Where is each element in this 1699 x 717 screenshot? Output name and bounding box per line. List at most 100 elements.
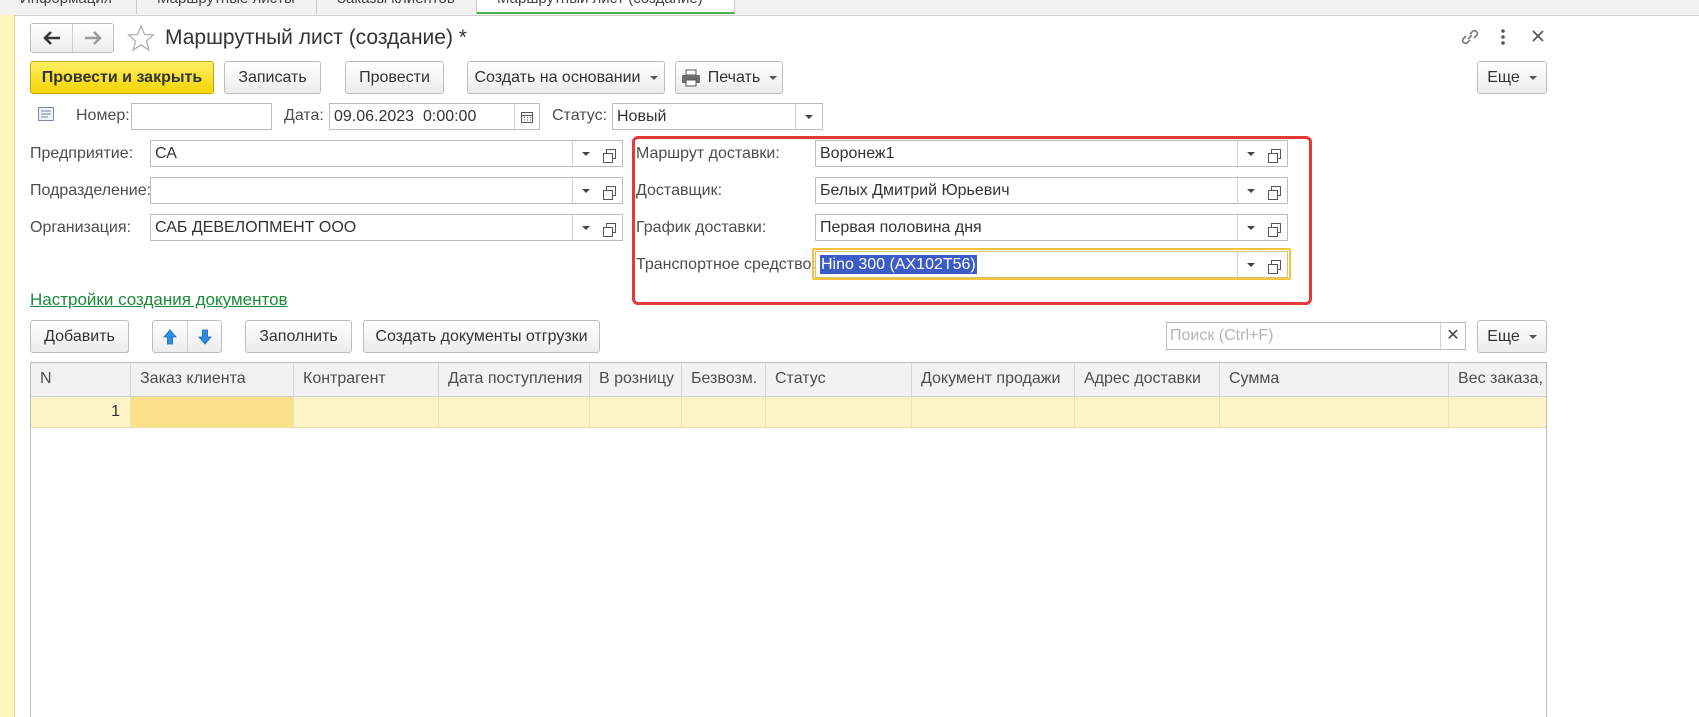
page-title: Маршрутный лист (создание) * — [165, 26, 467, 49]
organization-label: Организация: — [30, 219, 131, 236]
chevron-down-icon[interactable] — [795, 104, 822, 129]
status-label: Статус: — [552, 107, 608, 124]
organization-value: САБ ДЕВЕЛОПМЕНТ ООО — [155, 219, 357, 236]
post-and-close-button[interactable]: Провести и закрыть — [30, 61, 214, 94]
nav-button-group — [30, 23, 114, 53]
open-enterprise-button[interactable] — [599, 140, 623, 167]
enterprise-field[interactable]: СА — [150, 140, 600, 167]
division-field[interactable] — [150, 177, 600, 204]
move-buttons-group — [152, 320, 222, 353]
open-icon — [602, 185, 616, 200]
chevron-down-icon[interactable] — [572, 215, 599, 240]
open-carrier-button[interactable] — [1264, 177, 1288, 204]
table-row[interactable]: 1 — [31, 397, 1546, 428]
cell-sale-document[interactable] — [912, 397, 1075, 427]
cell-receipt-date[interactable] — [439, 397, 590, 427]
vehicle-field[interactable]: Hino 300 (АХ102Т56) — [815, 251, 1265, 278]
cell-status[interactable] — [766, 397, 912, 427]
table-more-button[interactable]: Еще — [1477, 320, 1547, 353]
chevron-down-icon[interactable] — [572, 141, 599, 166]
more-label: Еще — [1487, 68, 1520, 86]
tab-strip: Информация Маршрутные листы Заказы клиен… — [0, 0, 1699, 16]
column-header-status[interactable]: Статус — [766, 363, 912, 396]
chevron-down-icon[interactable] — [1237, 141, 1264, 166]
move-up-button[interactable] — [153, 321, 188, 352]
calendar-button[interactable] — [514, 104, 539, 129]
favorite-star-icon[interactable] — [127, 24, 155, 52]
chevron-down-icon[interactable] — [1237, 252, 1264, 277]
save-button[interactable]: Записать — [224, 61, 321, 94]
schedule-field[interactable]: Первая половина дня — [815, 214, 1265, 241]
tab-route-sheets[interactable]: Маршрутные листы — [137, 0, 317, 14]
left-panel-stripe — [0, 15, 15, 717]
column-header-counterparty[interactable]: Контрагент — [294, 363, 439, 396]
open-route-button[interactable] — [1264, 140, 1288, 167]
link-icon[interactable] — [1459, 27, 1481, 47]
cell-delivery-address[interactable] — [1075, 397, 1220, 427]
post-button[interactable]: Провести — [345, 61, 444, 94]
status-select[interactable]: Новый — [612, 103, 823, 130]
date-value: 09.06.2023 0:00:00 — [334, 108, 477, 125]
open-division-button[interactable] — [599, 177, 623, 204]
close-icon: ✕ — [1446, 327, 1460, 344]
more-vertical-icon[interactable] — [1498, 27, 1508, 47]
column-header-client-order[interactable]: Заказ клиента — [131, 363, 294, 396]
chevron-down-icon — [649, 75, 658, 80]
open-organization-button[interactable] — [599, 214, 623, 241]
column-header-free[interactable]: Безвозм. — [682, 363, 766, 396]
column-header-receipt-date[interactable]: Дата поступления — [439, 363, 590, 396]
number-field[interactable] — [131, 103, 272, 130]
tab-route-sheet-create[interactable]: Маршрутный лист (создание) — [477, 0, 735, 14]
column-header-weight[interactable]: Вес заказа, — [1449, 363, 1546, 396]
tab-info[interactable]: Информация — [0, 0, 137, 14]
forward-button[interactable] — [73, 24, 113, 52]
comment-icon[interactable] — [38, 107, 54, 121]
open-vehicle-button[interactable] — [1264, 251, 1288, 278]
chevron-down-icon — [769, 75, 778, 80]
add-row-button[interactable]: Добавить — [30, 320, 129, 353]
column-header-sale-document[interactable]: Документ продажи — [912, 363, 1075, 396]
number-label: Номер: — [76, 107, 130, 124]
back-button[interactable] — [31, 24, 73, 52]
cell-counterparty[interactable] — [294, 397, 439, 427]
date-field[interactable]: 09.06.2023 0:00:00 — [329, 103, 540, 130]
print-label: Печать — [707, 68, 761, 86]
chevron-down-icon[interactable] — [572, 178, 599, 203]
settings-link[interactable]: Настройки создания документов — [30, 290, 288, 310]
move-down-button[interactable] — [188, 321, 221, 352]
column-header-sum[interactable]: Сумма — [1220, 363, 1449, 396]
route-field[interactable]: Воронеж1 — [815, 140, 1265, 167]
cell-client-order[interactable] — [131, 397, 294, 427]
create-shipments-button[interactable]: Создать документы отгрузки — [363, 320, 600, 353]
search-input[interactable]: Поиск (Ctrl+F) ✕ — [1166, 322, 1466, 350]
print-button[interactable]: Печать — [675, 61, 783, 94]
carrier-label: Доставщик: — [636, 182, 723, 199]
chevron-down-icon[interactable] — [1237, 215, 1264, 240]
chevron-down-icon[interactable] — [1237, 178, 1264, 203]
more-button[interactable]: Еще — [1477, 61, 1547, 94]
open-schedule-button[interactable] — [1264, 214, 1288, 241]
column-header-n[interactable]: N — [31, 363, 131, 396]
carrier-value: Белых Дмитрий Юрьевич — [820, 182, 1010, 199]
cell-free[interactable] — [682, 397, 766, 427]
cell-retail[interactable] — [590, 397, 682, 427]
column-header-retail[interactable]: В розницу — [590, 363, 682, 396]
organization-field[interactable]: САБ ДЕВЕЛОПМЕНТ ООО — [150, 214, 600, 241]
tab-client-orders[interactable]: Заказы клиентов — [317, 0, 477, 14]
chevron-down-icon — [1528, 75, 1537, 80]
column-header-delivery-address[interactable]: Адрес доставки — [1075, 363, 1220, 396]
create-based-on-label: Создать на основании — [474, 68, 641, 86]
carrier-field[interactable]: Белых Дмитрий Юрьевич — [815, 177, 1265, 204]
schedule-value: Первая половина дня — [820, 219, 982, 236]
vehicle-value: Hino 300 (АХ102Т56) — [820, 255, 977, 274]
fill-button[interactable]: Заполнить — [245, 320, 352, 353]
schedule-label: График доставки: — [636, 219, 767, 236]
close-icon[interactable] — [1532, 30, 1544, 42]
table-header: N Заказ клиента Контрагент Дата поступле… — [31, 363, 1546, 397]
create-based-on-button[interactable]: Создать на основании — [467, 61, 665, 94]
calendar-icon — [521, 111, 533, 123]
clear-search-button[interactable]: ✕ — [1440, 323, 1465, 349]
orders-table[interactable]: N Заказ клиента Контрагент Дата поступле… — [30, 362, 1547, 717]
cell-weight[interactable] — [1449, 397, 1546, 427]
cell-sum[interactable] — [1220, 397, 1449, 427]
